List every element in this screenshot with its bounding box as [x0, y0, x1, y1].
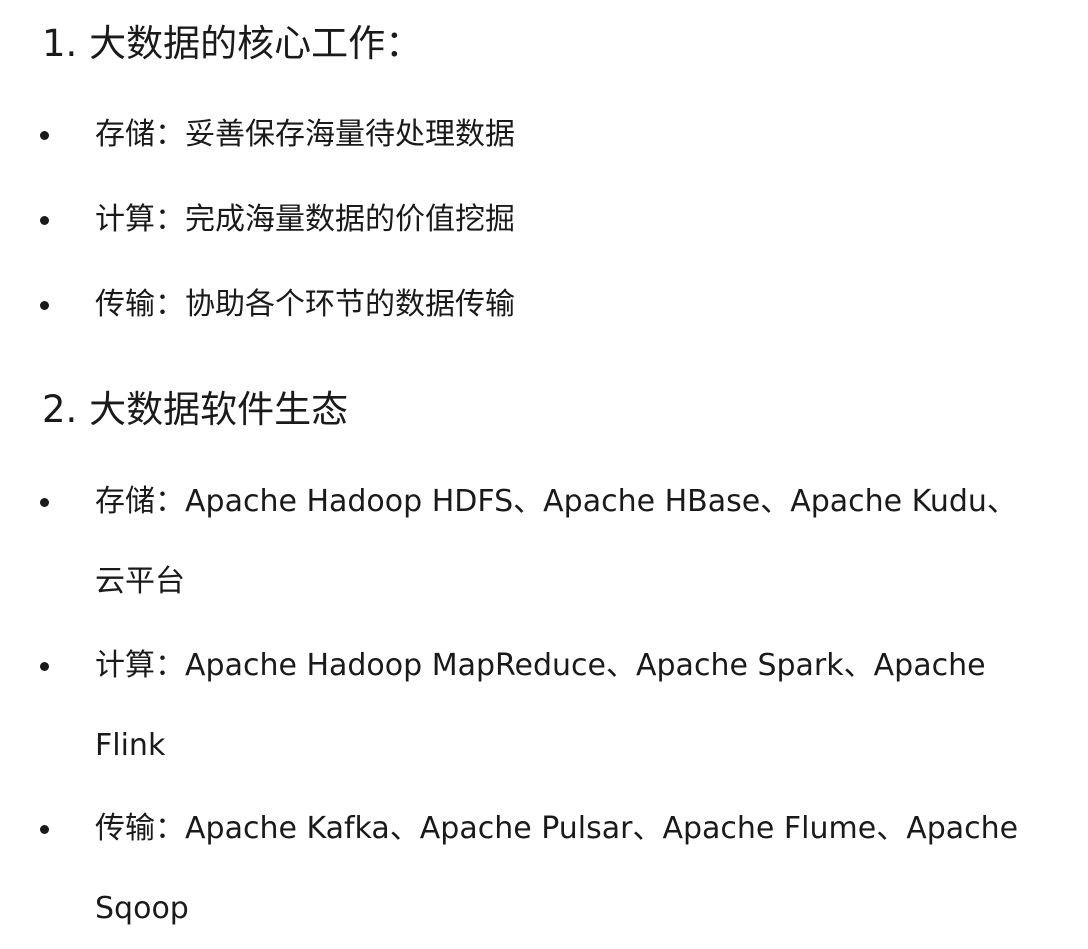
item-text: 完成海量数据的价值挖掘	[185, 202, 515, 237]
bullet-icon	[40, 498, 49, 507]
item-text: Apache Hadoop MapReduce、Apache Spark、Apa…	[185, 648, 986, 683]
bullet-icon	[40, 216, 49, 225]
item-text-continued: 云平台	[95, 564, 185, 599]
bullet-icon	[40, 662, 49, 671]
item-text: Apache Hadoop HDFS、Apache HBase、Apache K…	[185, 484, 1017, 519]
bullet-icon	[40, 301, 49, 310]
bullet-icon	[40, 131, 49, 140]
item-text: Apache Kafka、Apache Pulsar、Apache Flume、…	[185, 811, 1019, 846]
item-label: 存储：	[95, 117, 185, 152]
item-text: 协助各个环节的数据传输	[185, 287, 515, 322]
item-label: 传输：	[95, 811, 185, 846]
item-text-continued: Sqoop	[95, 891, 189, 926]
item-label: 计算：	[95, 648, 185, 683]
item-label: 传输：	[95, 287, 185, 322]
section-1-heading: 1. 大数据的核心工作：	[42, 22, 423, 65]
section-2-heading: 2. 大数据软件生态	[42, 388, 349, 431]
item-text-continued: Flink	[95, 728, 166, 763]
bullet-icon	[40, 825, 49, 834]
item-label: 存储：	[95, 484, 185, 519]
item-label: 计算：	[95, 202, 185, 237]
item-text: 妥善保存海量待处理数据	[185, 117, 515, 152]
